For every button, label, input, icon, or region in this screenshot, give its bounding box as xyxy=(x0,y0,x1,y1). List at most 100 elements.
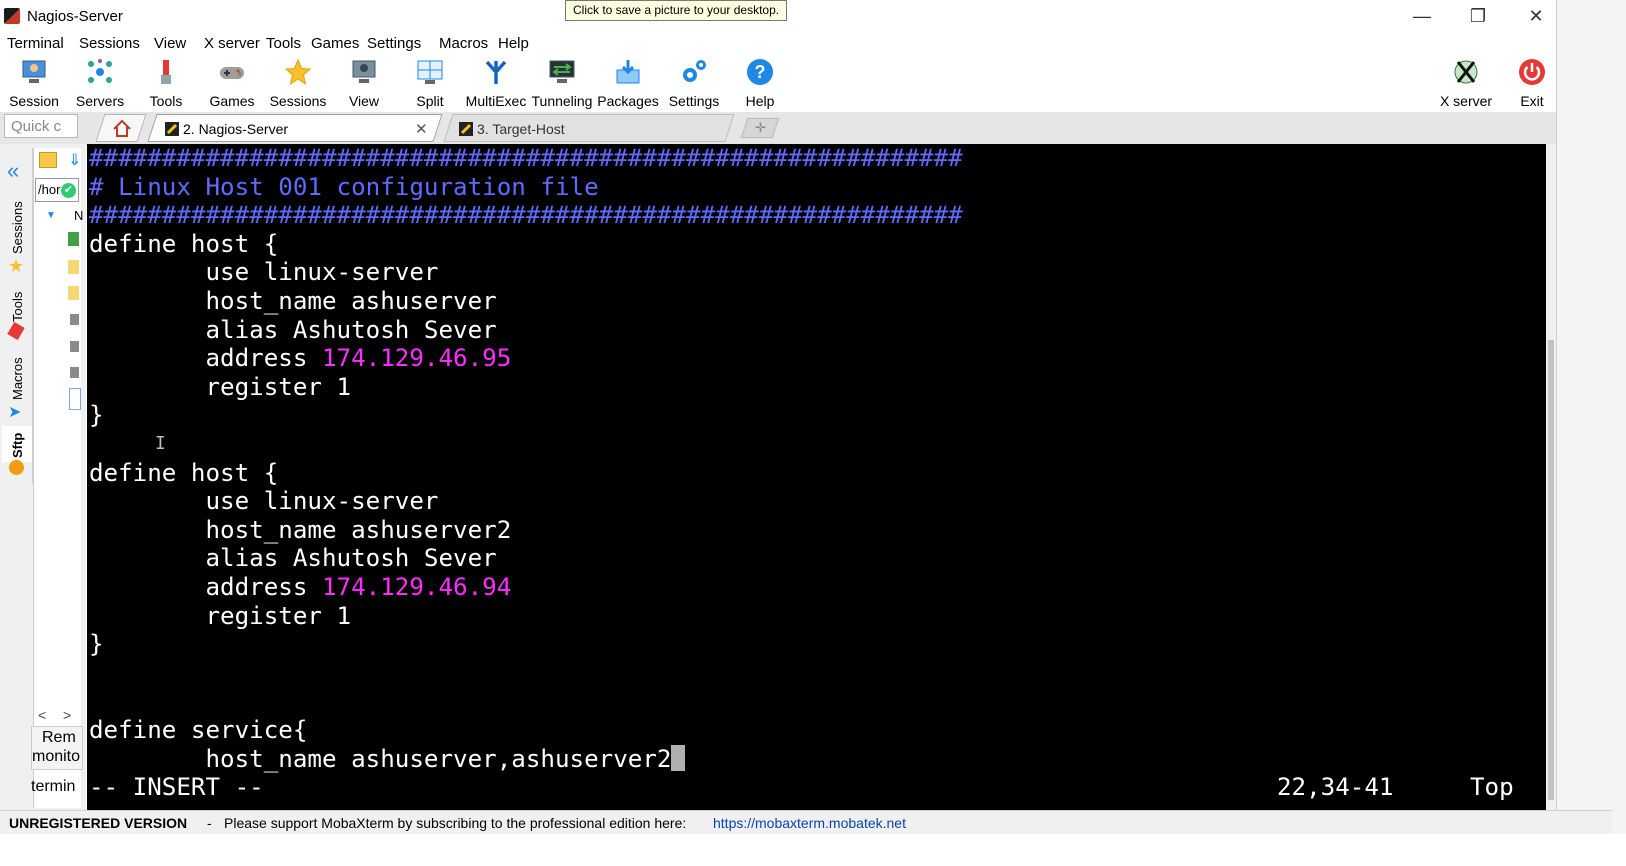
terminal-line-text: ########################################… xyxy=(89,144,963,172)
sidebar-tab-tools[interactable]: Tools xyxy=(2,282,32,326)
toolbar-servers-button[interactable]: Servers xyxy=(67,54,133,112)
sidebar-tab-label: Macros xyxy=(10,357,25,400)
restore-button[interactable]: ❐ xyxy=(1458,4,1498,28)
terminal-line: ########################################… xyxy=(89,201,963,229)
menu-help[interactable]: Help xyxy=(498,35,529,52)
star-icon xyxy=(284,58,312,86)
terminal-line-text: define service{ xyxy=(89,716,308,744)
remote-monitoring-button[interactable]: Rem monito xyxy=(31,726,83,770)
vim-mode-indicator: -- INSERT -- xyxy=(89,773,264,802)
tab-home[interactable] xyxy=(95,114,147,142)
servers-network-icon xyxy=(88,59,112,83)
terminal-line-text: address xyxy=(89,344,322,373)
sidebar-tab-macros[interactable]: Macros xyxy=(2,348,32,404)
toolbar-multiexec-button[interactable]: MultiExec xyxy=(463,54,529,112)
tree-expand-icon[interactable]: ▼ xyxy=(46,210,56,221)
tab-title: 3. Target-Host xyxy=(477,121,565,137)
file-icon[interactable] xyxy=(68,232,79,246)
terminal-line: define host { xyxy=(89,230,278,258)
tab-close-icon[interactable]: ✕ xyxy=(415,120,428,138)
tab-nagios-server[interactable]: 2. Nagios-Server ✕ xyxy=(147,114,443,142)
unregistered-label: UNREGISTERED VERSION xyxy=(9,815,188,831)
sidebar-tab-sftp[interactable]: Sftp xyxy=(2,426,32,462)
quick-connect-input[interactable]: Quick c xyxy=(4,114,78,138)
sftp-panel: ⇓ /hor ✔ ▼ N < > Rem monito termin xyxy=(31,148,83,808)
file-icon[interactable] xyxy=(70,367,79,378)
menu-sessions[interactable]: Sessions xyxy=(79,35,140,52)
collapse-sidebar-icon[interactable]: « xyxy=(7,158,19,184)
toolbar-view-button[interactable]: View xyxy=(331,54,397,112)
scrollbar-thumb[interactable] xyxy=(1548,340,1554,800)
terminal-line-text: register 1 xyxy=(89,372,352,401)
sftp-globe-icon xyxy=(9,460,24,475)
tab-bar: Quick c 2. Nagios-Server ✕ 3. Target-Hos… xyxy=(0,112,1612,145)
terminal-line: register 1 xyxy=(89,373,351,401)
new-tab-button[interactable]: ✛ xyxy=(740,118,780,138)
download-icon[interactable]: ⇓ xyxy=(68,150,81,170)
toolbar-session-button[interactable]: Session xyxy=(1,54,67,112)
scroll-left-icon[interactable]: < xyxy=(38,707,46,723)
folder-icon[interactable] xyxy=(68,286,79,300)
terminal-tab-icon xyxy=(459,122,473,136)
toolbar-help-button[interactable]: ? Help xyxy=(727,54,793,112)
terminal-screen[interactable]: ########################################… xyxy=(87,144,1546,810)
tools-icon xyxy=(161,60,171,84)
file-icon[interactable] xyxy=(69,388,81,410)
xserver-icon xyxy=(1454,60,1478,84)
star-icon: ★ xyxy=(8,256,25,276)
menu-tools[interactable]: Tools xyxy=(266,35,301,52)
menu-terminal[interactable]: Terminal xyxy=(7,35,64,52)
menu-xserver[interactable]: X server xyxy=(204,35,260,52)
terminal-follow-label[interactable]: termin xyxy=(31,778,81,796)
folder-icon[interactable] xyxy=(68,260,79,274)
folder-up-icon[interactable] xyxy=(39,152,57,168)
toolbar-xserver-button[interactable]: X server xyxy=(1433,54,1499,112)
file-icon[interactable] xyxy=(70,341,79,352)
terminal-line: # Linux Host 001 configuration file xyxy=(89,173,599,201)
terminal-line: define host { xyxy=(89,459,278,487)
ip-address: 174.129.46.95 xyxy=(322,344,512,373)
minimize-button[interactable]: — xyxy=(1402,4,1442,28)
power-icon xyxy=(1519,59,1545,85)
remote-label: Rem xyxy=(42,729,76,746)
menu-settings[interactable]: Settings xyxy=(367,35,421,52)
terminal-line-text: alias Ashutosh Sever xyxy=(89,544,497,573)
tab-target-host[interactable]: 3. Target-Host xyxy=(443,114,735,142)
session-monitor-icon xyxy=(22,60,46,83)
terminal-line-text: # Linux Host 001 configuration file xyxy=(89,172,599,201)
packages-icon xyxy=(616,60,640,84)
home-icon xyxy=(113,120,131,137)
toolbar-settings-button[interactable]: Settings xyxy=(661,54,727,112)
terminal-line: register 1 xyxy=(89,602,351,630)
support-message: Please support MobaXterm by subscribing … xyxy=(224,815,687,831)
terminal-line: host_name ashuserver,ashuserver2 xyxy=(89,744,686,773)
toolbar-packages-button[interactable]: Packages xyxy=(595,54,661,112)
scroll-right-icon[interactable]: > xyxy=(63,707,71,723)
terminal-line-text: host_name ashuserver2 xyxy=(89,515,512,544)
monitor-label: monito xyxy=(32,748,81,765)
toolbar-sessions-button[interactable]: Sessions xyxy=(265,54,331,112)
toolbar-tunneling-button[interactable]: Tunneling xyxy=(529,54,595,112)
terminal-line-text: ########################################… xyxy=(89,201,963,230)
sidebar-tab-label: Sessions xyxy=(10,201,25,254)
menu-view[interactable]: View xyxy=(154,35,186,52)
toolbar-games-button[interactable]: Games xyxy=(199,54,265,112)
close-button[interactable]: ✕ xyxy=(1516,4,1556,28)
ip-address: 174.129.46.94 xyxy=(322,573,512,601)
file-icon[interactable] xyxy=(70,314,79,325)
settings-gears-icon xyxy=(683,60,706,82)
menu-games[interactable]: Games xyxy=(311,35,359,52)
terminal-line: } xyxy=(89,630,104,658)
sidebar-tab-sessions[interactable]: Sessions xyxy=(2,192,32,256)
menu-macros[interactable]: Macros xyxy=(439,35,488,52)
macro-plane-icon: ➤ xyxy=(8,404,22,421)
toolbar-split-button[interactable]: Split xyxy=(397,54,463,112)
toolbar-tools-button[interactable]: Tools xyxy=(133,54,199,112)
toolbar-label: Help xyxy=(745,93,775,109)
scroll-position: Top xyxy=(1470,773,1514,802)
terminal-line-text: host_name ashuserver,ashuserver2 xyxy=(89,744,672,773)
tooltip: Click to save a picture to your desktop. xyxy=(565,0,788,21)
mobaxterm-link[interactable]: https://mobaxterm.mobatek.net xyxy=(713,815,906,831)
bottom-edge xyxy=(0,834,1626,866)
text-cursor xyxy=(671,744,686,771)
